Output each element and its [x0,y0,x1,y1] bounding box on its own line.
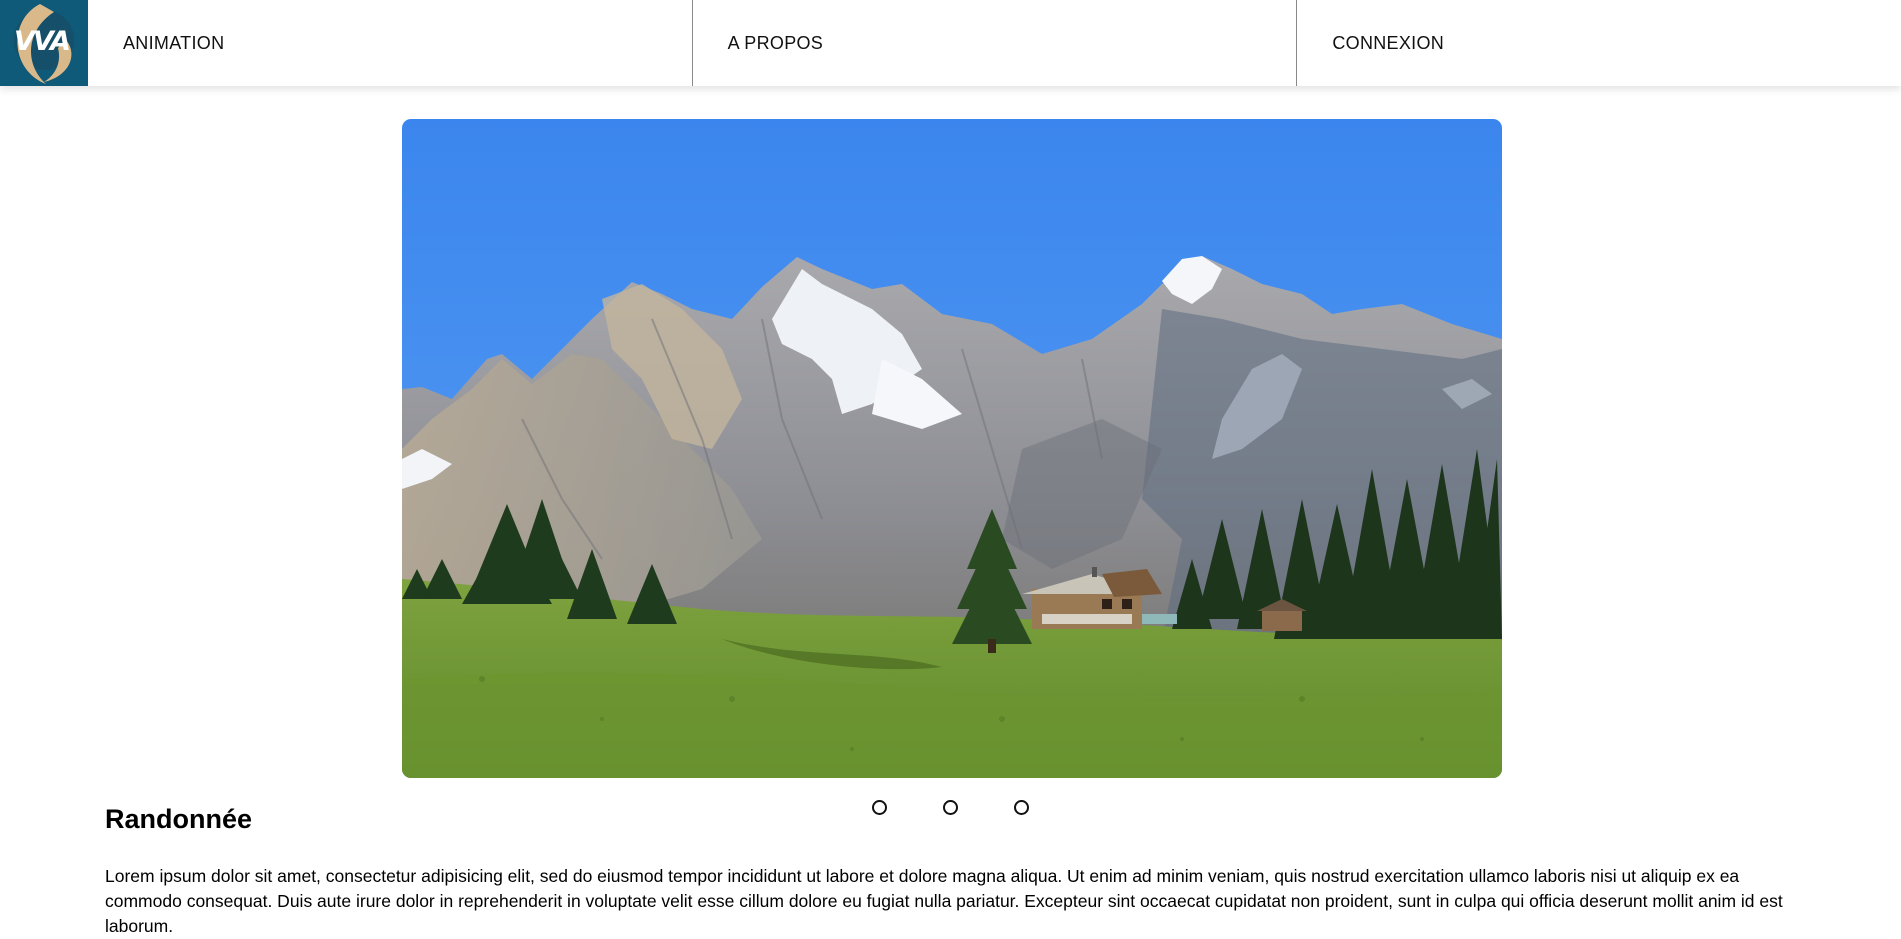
carousel-dot-2[interactable] [943,800,958,815]
nav-item-connexion[interactable]: CONNEXION [1297,0,1901,86]
carousel-dot-1[interactable] [872,800,887,815]
carousel-dot-3[interactable] [1014,800,1029,815]
carousel-slide-image [402,119,1502,778]
nav-item-label: CONNEXION [1332,32,1445,53]
nav-item-a-propos[interactable]: A PROPOS [693,0,1298,86]
image-carousel[interactable] [402,119,1502,778]
logo-text: VVA [14,26,71,57]
top-navigation: VVA ANIMATION A PROPOS CONNEXION [0,0,1901,86]
carousel-pagination [872,800,1029,815]
nav-item-animation[interactable]: ANIMATION [88,0,693,86]
nav-item-label: ANIMATION [123,32,225,53]
vva-logo[interactable]: VVA [0,0,88,86]
section-title: Randonnée [105,804,253,834]
nav-item-label: A PROPOS [727,32,824,53]
section-body-text: Lorem ipsum dolor sit amet, consectetur … [105,866,1783,936]
